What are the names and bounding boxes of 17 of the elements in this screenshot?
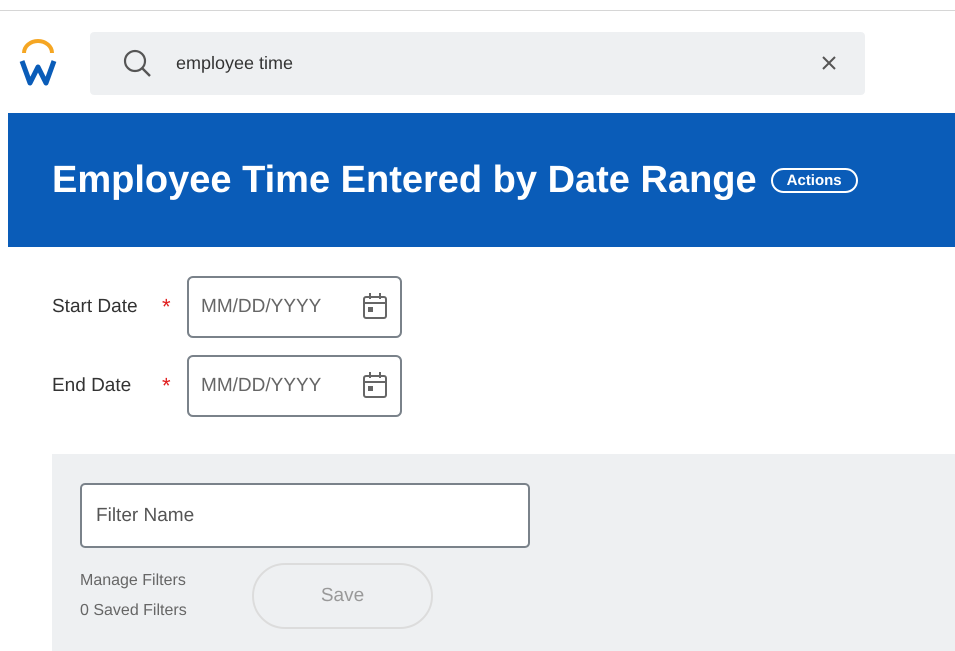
field-label: Start Date [52,296,139,318]
manage-filters-link[interactable]: Manage Filters [80,572,252,590]
date-field[interactable]: MM/DD/YYYY [187,355,402,417]
filter-name-field[interactable]: Filter Name [80,483,530,548]
calendar-icon[interactable] [362,292,388,320]
required-mark: * [162,373,171,398]
logo-icon[interactable] [18,39,58,87]
date-field[interactable]: MM/DD/YYYY [187,276,402,338]
field-label: End Date [52,375,132,397]
close-icon[interactable] [821,54,837,70]
saved-filters-count: 0 Saved Filters [80,602,188,620]
required-mark: * [162,294,171,319]
search-field[interactable]: employee time [90,32,865,94]
search-icon [122,48,152,78]
page-title: Employee Time Entered by Date Range [52,158,757,202]
actions-button[interactable]: Actions [770,168,858,192]
calendar-icon[interactable] [362,371,388,399]
